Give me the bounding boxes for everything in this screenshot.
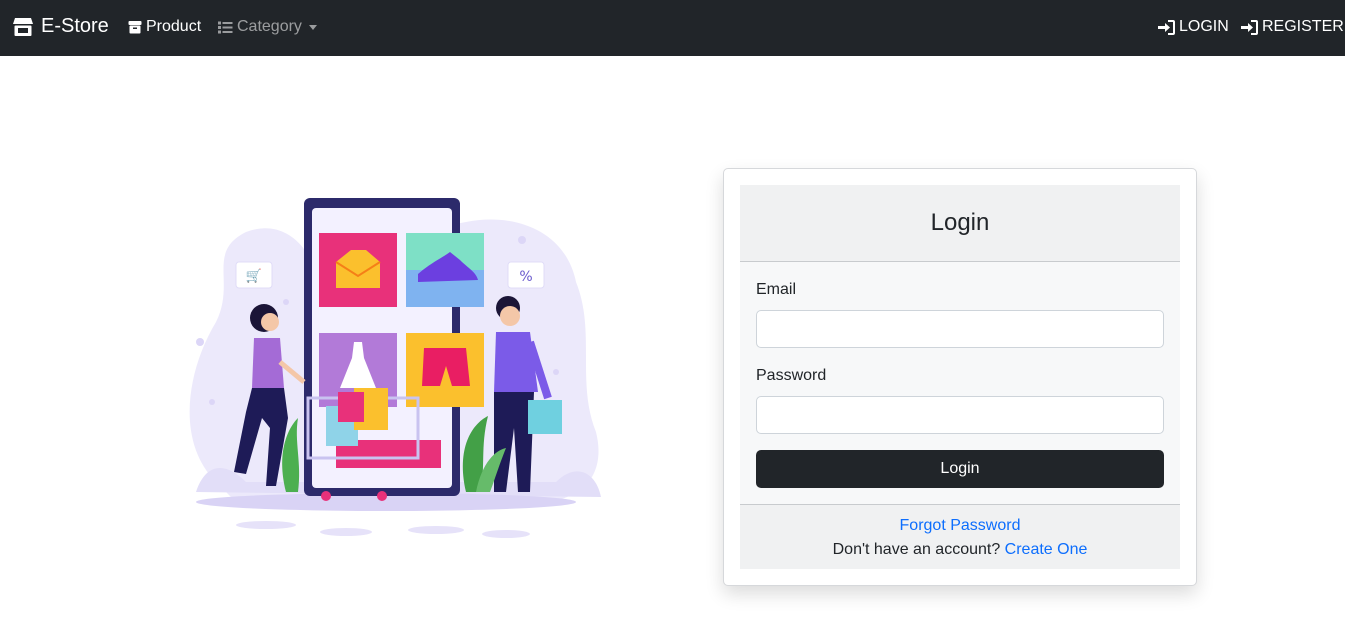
brand-link[interactable]: E-Store (12, 15, 109, 38)
list-icon (218, 21, 233, 33)
sign-in-icon (1158, 19, 1175, 35)
store-icon (13, 17, 33, 36)
nav-login[interactable]: LOGIN (1158, 18, 1229, 36)
login-card: Login Email Password Login Forgot Passwo… (723, 168, 1197, 586)
login-submit-button[interactable]: Login (756, 450, 1164, 488)
login-card-footer: Forgot Password Don't have an account? C… (740, 504, 1180, 569)
nav-register-label: REGISTER (1262, 18, 1344, 35)
nav-product[interactable]: Product (128, 18, 201, 36)
navbar: E-Store Product Category LOGIN REGISTER (0, 0, 1345, 56)
nav-category-label: Category (237, 18, 302, 35)
email-field[interactable] (756, 310, 1164, 348)
password-field[interactable] (756, 396, 1164, 434)
nav-login-label: LOGIN (1179, 18, 1229, 35)
sign-in-icon (1241, 19, 1258, 35)
login-title: Login (930, 209, 990, 236)
password-label: Password (756, 367, 827, 384)
create-account-link[interactable]: Create One (1005, 541, 1088, 558)
shopping-illustration: 🛒 % (189, 198, 601, 538)
nav-category-dropdown[interactable]: Category (218, 18, 317, 36)
login-card-body: Login Email Password Login Forgot Passwo… (740, 185, 1180, 569)
forgot-password-link[interactable]: Forgot Password (900, 517, 1021, 534)
no-account-text: Don't have an account? (832, 541, 1005, 558)
forgot-password-row: Forgot Password (740, 517, 1180, 535)
nav-product-label: Product (146, 18, 202, 35)
box-icon (128, 21, 142, 34)
nav-register[interactable]: REGISTER (1241, 18, 1344, 36)
email-label: Email (756, 281, 797, 298)
percent-bubble-text: % (519, 269, 532, 285)
svg-text:🛒: 🛒 (246, 268, 262, 284)
brand-name: E-Store (41, 15, 109, 37)
create-account-row: Don't have an account? Create One (740, 541, 1180, 559)
login-card-header: Login (740, 185, 1180, 262)
caret-down-icon (308, 24, 317, 30)
